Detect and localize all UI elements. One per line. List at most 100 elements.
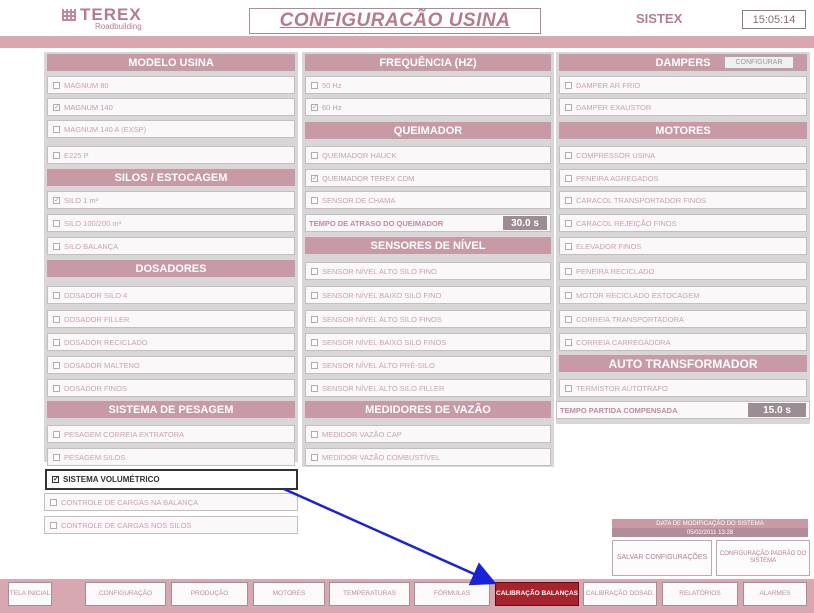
option-motor-1[interactable]: COMPRESSOR USINA bbox=[559, 146, 807, 164]
option-dosador-malteno[interactable]: DOSADOR MALTENO bbox=[47, 356, 295, 374]
default-config-button[interactable]: CONFIGURAÇÃO PADRÃO DO SISTEMA bbox=[716, 540, 810, 576]
checkbox-icon[interactable] bbox=[53, 81, 60, 89]
checkbox-icon[interactable] bbox=[53, 384, 60, 392]
option-dosador-filler[interactable]: DOSADOR FILLER bbox=[47, 310, 295, 328]
checkbox-icon[interactable] bbox=[565, 196, 572, 204]
checkbox-icon[interactable] bbox=[565, 384, 572, 392]
checkbox-icon[interactable] bbox=[53, 125, 60, 133]
checkbox-icon[interactable] bbox=[53, 430, 60, 438]
checkbox-icon[interactable] bbox=[565, 242, 572, 250]
checkbox-icon[interactable] bbox=[565, 338, 572, 346]
option-controle-cargas-silos[interactable]: CONTROLE DE CARGAS NOS SILOS bbox=[44, 516, 298, 534]
checkbox-icon[interactable] bbox=[53, 151, 60, 159]
option-dosador-finos[interactable]: DOSADOR FINOS bbox=[47, 379, 295, 397]
checkbox-icon[interactable] bbox=[311, 430, 318, 438]
partida-value-input[interactable]: 15.0 s bbox=[748, 403, 806, 417]
atraso-value-input[interactable]: 30.0 s bbox=[503, 216, 547, 230]
option-pesagem-correia[interactable]: PESAGEM CORREIA EXTRATORA bbox=[47, 425, 295, 443]
option-sensor-5[interactable]: SENSOR NÍVEL ALTO PRÉ-SILO bbox=[305, 356, 551, 374]
checkbox-icon[interactable] bbox=[311, 315, 318, 323]
checkbox-icon[interactable] bbox=[53, 242, 60, 250]
checkbox-icon[interactable] bbox=[311, 81, 318, 89]
checkbox-icon[interactable] bbox=[565, 219, 572, 227]
checkbox-icon[interactable] bbox=[311, 267, 318, 275]
option-motor-4[interactable]: CARACOL REJEIÇÃO FINOS bbox=[559, 214, 807, 232]
tab-configuracao[interactable]: CONFIGURAÇÃO bbox=[85, 582, 166, 606]
checkbox-icon[interactable] bbox=[311, 196, 318, 204]
option-queimador-hauck[interactable]: QUEIMADOR HAUCK bbox=[305, 146, 551, 164]
tab-tela-inicial[interactable]: TELA INICIAL bbox=[8, 582, 52, 606]
option-pesagem-silos[interactable]: PESAGEM SILOS bbox=[47, 448, 295, 466]
checkbox-icon[interactable] bbox=[53, 291, 60, 299]
tab-alarmes[interactable]: ALARMES bbox=[743, 582, 807, 606]
option-motor-8[interactable]: CORREIA TRANSPORTADORA bbox=[559, 310, 807, 328]
checkbox-icon[interactable] bbox=[50, 521, 57, 529]
option-sensor-2[interactable]: SENSOR NÍVEL BAIXO SILO FINO bbox=[305, 286, 551, 304]
option-60hz[interactable]: ✓ 60 Hz bbox=[305, 98, 551, 116]
option-sensor-6[interactable]: SENSOR NÍVEL ALTO SILO FILLER bbox=[305, 379, 551, 397]
checkbox-icon[interactable] bbox=[53, 315, 60, 323]
checkbox-checked-icon[interactable]: ✓ bbox=[53, 103, 60, 111]
option-controle-cargas-balanca[interactable]: CONTROLE DE CARGAS NA BALANÇA bbox=[44, 493, 298, 511]
tab-temperaturas[interactable]: TEMPERATURAS bbox=[329, 582, 410, 606]
option-motor-5[interactable]: ELEVADOR FINOS bbox=[559, 237, 807, 255]
option-motor-6[interactable]: PENEIRA RECICLADO bbox=[559, 262, 807, 280]
checkbox-icon[interactable] bbox=[565, 315, 572, 323]
option-magnum-140a[interactable]: MAGNUM 140 A (EXSP) bbox=[47, 120, 295, 138]
checkbox-icon[interactable] bbox=[565, 103, 572, 111]
checkbox-checked-icon[interactable]: ✓ bbox=[52, 476, 59, 483]
option-damper-exaustor[interactable]: DAMPER EXAUSTOR bbox=[559, 98, 807, 116]
checkbox-icon[interactable] bbox=[565, 267, 572, 275]
option-sensor-4[interactable]: SENSOR NÍVEL BAIXO SILO FINOS bbox=[305, 333, 551, 351]
option-sensor-chama[interactable]: SENSOR DE CHAMA bbox=[305, 191, 551, 209]
option-magnum-80[interactable]: MAGNUM 80 bbox=[47, 76, 295, 94]
checkbox-icon[interactable] bbox=[311, 384, 318, 392]
checkbox-icon[interactable] bbox=[311, 151, 318, 159]
tab-producao[interactable]: PRODUÇÃO bbox=[171, 582, 248, 606]
tab-motores[interactable]: MOTORES bbox=[253, 582, 325, 606]
save-config-button[interactable]: SALVAR CONFIGURAÇÕES bbox=[612, 540, 712, 576]
section-medidores-vazao: MEDIDORES DE VAZÃO bbox=[305, 401, 551, 418]
checkbox-icon[interactable] bbox=[311, 338, 318, 346]
option-vazao-combustivel[interactable]: MEDIDOR VAZÃO COMBUSTÍVEL bbox=[305, 448, 551, 466]
option-e225p[interactable]: E225 P bbox=[47, 146, 295, 164]
checkbox-icon[interactable] bbox=[53, 453, 60, 461]
option-vazao-cap[interactable]: MEDIDOR VAZÃO CAP bbox=[305, 425, 551, 443]
option-dosador-reciclado[interactable]: DOSADOR RECICLADO bbox=[47, 333, 295, 351]
option-motor-2[interactable]: PENEIRA AGREGADOS bbox=[559, 169, 807, 187]
option-silo-balanca[interactable]: SILO BALANÇA bbox=[47, 237, 295, 255]
checkbox-icon[interactable] bbox=[565, 81, 572, 89]
checkbox-icon[interactable] bbox=[565, 174, 572, 182]
option-sistema-volumetrico[interactable]: ✓ SISTEMA VOLUMÉTRICO bbox=[45, 469, 298, 490]
option-50hz[interactable]: 50 Hz bbox=[305, 76, 551, 94]
option-magnum-140[interactable]: ✓ MAGNUM 140 bbox=[47, 98, 295, 116]
dampers-configure-button[interactable]: CONFIGURAR bbox=[724, 56, 794, 69]
checkbox-icon[interactable] bbox=[311, 453, 318, 461]
tab-calibracao-balancas[interactable]: CALIBRAÇÃO BALANÇAS bbox=[495, 582, 579, 606]
checkbox-icon[interactable] bbox=[50, 498, 57, 506]
checkbox-checked-icon[interactable]: ✓ bbox=[311, 174, 318, 182]
option-motor-3[interactable]: CARACOL TRANSPORTADOR FINOS bbox=[559, 191, 807, 209]
tab-formulas[interactable]: FÓRMULAS bbox=[414, 582, 490, 606]
option-silo-100-200[interactable]: SILO 100/200 m³ bbox=[47, 214, 295, 232]
option-sensor-3[interactable]: SENSOR NÍVEL ALTO SILO FINOS bbox=[305, 310, 551, 328]
option-sensor-1[interactable]: SENSOR NÍVEL ALTO SILO FINO bbox=[305, 262, 551, 280]
option-termistor[interactable]: TERMISTOR AUTOTRAFO bbox=[559, 379, 807, 397]
checkbox-icon[interactable] bbox=[53, 361, 60, 369]
tab-calibracao-dosad[interactable]: CALIBRAÇÃO DOSAD. bbox=[583, 582, 657, 606]
option-damper-ar-frio[interactable]: DAMPER AR FRIO bbox=[559, 76, 807, 94]
option-motor-7[interactable]: MOTOR RECICLADO ESTOCAGEM bbox=[559, 286, 807, 304]
option-dosador-silo4[interactable]: DOSADOR SILO 4 bbox=[47, 286, 295, 304]
option-silo-1[interactable]: ✓ SILO 1 m³ bbox=[47, 191, 295, 209]
checkbox-icon[interactable] bbox=[565, 151, 572, 159]
checkbox-checked-icon[interactable]: ✓ bbox=[53, 196, 60, 204]
checkbox-icon[interactable] bbox=[311, 361, 318, 369]
tab-relatorios[interactable]: RELATÓRIOS bbox=[662, 582, 738, 606]
checkbox-icon[interactable] bbox=[53, 338, 60, 346]
option-queimador-terex[interactable]: ✓ QUEIMADOR TEREX CDM bbox=[305, 169, 551, 187]
checkbox-checked-icon[interactable]: ✓ bbox=[311, 103, 318, 111]
checkbox-icon[interactable] bbox=[311, 291, 318, 299]
checkbox-icon[interactable] bbox=[53, 219, 60, 227]
option-motor-9[interactable]: CORREIA CARREGADORA bbox=[559, 333, 807, 351]
checkbox-icon[interactable] bbox=[565, 291, 572, 299]
